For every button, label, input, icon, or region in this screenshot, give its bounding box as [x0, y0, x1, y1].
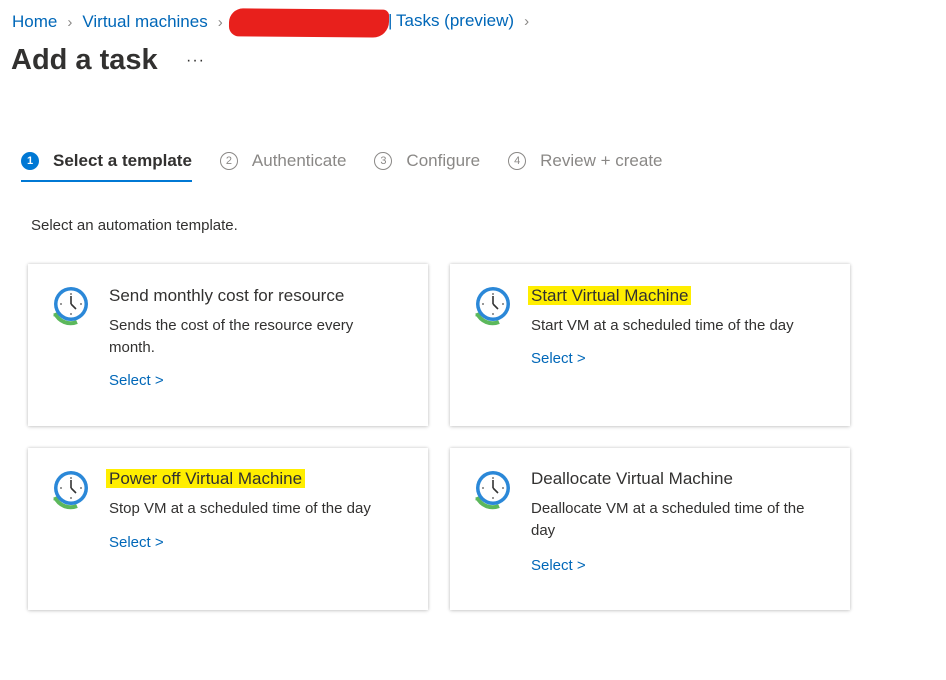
breadcrumb-tasks: Tasks (preview) ›: [396, 11, 539, 31]
highlighted-title: Power off Virtual Machine: [106, 469, 306, 488]
step-number-badge: 1: [21, 152, 39, 170]
chevron-right-icon: ›: [67, 13, 73, 31]
redaction-mark: [228, 8, 390, 38]
card-title: Send monthly cost for resource: [109, 286, 345, 305]
card-description: Deallocate VM at a scheduled time of the…: [531, 500, 805, 539]
card-description: Sends the cost of the resource every mon…: [109, 317, 354, 356]
template-card-deallocate-vm: Deallocate Virtual Machine Deallocate VM…: [450, 448, 850, 610]
tab-authenticate[interactable]: 2 Authenticate: [219, 150, 347, 172]
select-link[interactable]: Select >: [109, 372, 164, 389]
select-link[interactable]: Select >: [109, 534, 164, 551]
card-title: Power off Virtual Machine: [106, 469, 306, 489]
tab-select-template[interactable]: 1 Select a template: [21, 150, 192, 182]
card-title: Start Virtual Machine: [528, 286, 692, 306]
chevron-right-icon: ›: [217, 13, 223, 31]
step-label: Select a template: [53, 151, 192, 170]
select-link[interactable]: Select >: [531, 557, 586, 574]
intro-text: Select an automation template.: [31, 217, 238, 234]
clock-icon: [53, 287, 88, 326]
template-card-start-vm: Start Virtual Machine Start VM at a sche…: [450, 264, 850, 426]
page-title: Add a task: [11, 44, 158, 76]
card-description: Start VM at a scheduled time of the day: [531, 317, 794, 334]
tab-configure[interactable]: 3 Configure: [374, 150, 480, 172]
card-title: Deallocate Virtual Machine: [531, 469, 733, 488]
clock-icon: [475, 471, 510, 510]
breadcrumb-virtual-machines-link[interactable]: Virtual machines: [82, 12, 207, 32]
step-number-badge: 2: [219, 152, 238, 170]
step-number-badge: 3: [374, 152, 393, 170]
step-number-badge: 4: [508, 152, 527, 170]
select-link[interactable]: Select >: [531, 350, 586, 367]
chevron-right-icon: ›: [524, 12, 530, 30]
step-label: Authenticate: [251, 151, 347, 170]
breadcrumb-home-link[interactable]: Home: [12, 12, 57, 32]
more-options-button[interactable]: ···: [186, 52, 205, 70]
template-card-power-off-vm: Power off Virtual Machine Stop VM at a s…: [28, 448, 428, 610]
clock-icon: [53, 471, 88, 510]
step-label: Configure: [406, 151, 481, 170]
breadcrumb-separator: |: [388, 11, 393, 30]
card-description: Stop VM at a scheduled time of the day: [109, 500, 371, 517]
clock-icon: [475, 287, 510, 326]
template-card-monthly-cost: Send monthly cost for resource Sends the…: [28, 264, 428, 426]
tab-review-create[interactable]: 4 Review + create: [508, 150, 663, 172]
step-label: Review + create: [540, 151, 663, 170]
wizard-steps: 1 Select a template 2 Authenticate 3 Con…: [21, 150, 691, 184]
highlighted-title: Start Virtual Machine: [528, 286, 692, 305]
breadcrumb-tasks-link[interactable]: Tasks (preview): [396, 11, 514, 31]
breadcrumb: Home › Virtual machines ›: [12, 11, 233, 33]
